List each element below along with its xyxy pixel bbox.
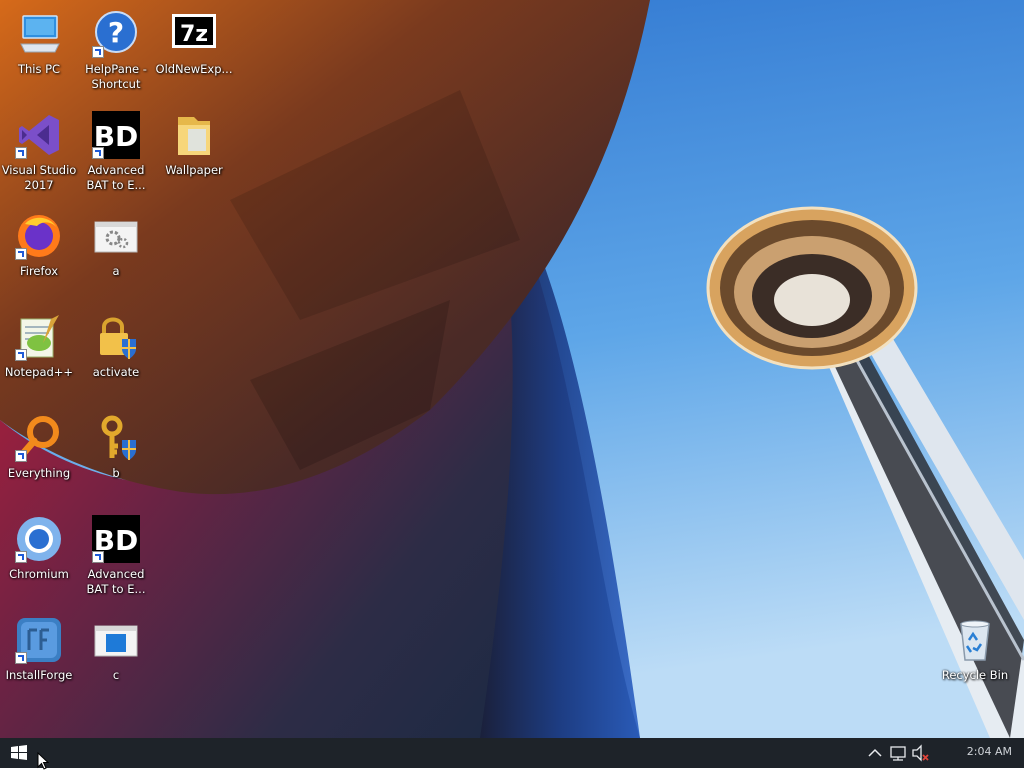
desktop-icon-label: Advanced BAT to E... — [86, 163, 146, 192]
folder-icon — [170, 111, 218, 159]
network-icon[interactable] — [886, 738, 910, 768]
desktop-icon-notepad-plus-plus[interactable]: Notepad++ — [0, 307, 78, 403]
desktop-icon-this-pc[interactable]: This PC — [0, 4, 78, 100]
taskbar-clock[interactable]: 2:04 AM — [967, 745, 1012, 758]
shortcut-arrow-icon — [15, 349, 27, 361]
shortcut-arrow-icon — [15, 147, 27, 159]
desktop-icon-visual-studio[interactable]: Visual Studio 2017 — [0, 105, 78, 201]
desktop-icon-c[interactable]: c — [77, 610, 155, 706]
notepad-plus-plus-icon — [15, 313, 63, 361]
seven-zip-icon: 7z — [170, 10, 218, 58]
desktop-icon-label: Recycle Bin — [941, 668, 1009, 682]
firefox-icon — [15, 212, 63, 260]
desktop-icon-label: Chromium — [9, 567, 69, 581]
desktop-icon-label: c — [112, 668, 120, 682]
desktop-icon-label: Everything — [7, 466, 71, 480]
chevron-up-icon[interactable] — [864, 738, 886, 768]
computer-icon — [15, 10, 63, 58]
svg-text:7z: 7z — [180, 22, 208, 47]
shortcut-arrow-icon — [92, 147, 104, 159]
desktop-icon-firefox[interactable]: Firefox — [0, 206, 78, 302]
svg-text:?: ? — [108, 16, 124, 49]
recycle-bin-icon — [951, 616, 999, 664]
shortcut-arrow-icon — [15, 248, 27, 260]
desktop-icon-everything[interactable]: Everything — [0, 408, 78, 504]
chromium-icon — [15, 515, 63, 563]
desktop-icon-label: Firefox — [19, 264, 59, 278]
help-question-icon: ? — [92, 10, 140, 58]
desktop: This PC ? HelpPane - Shortcut 7z OldNewE… — [0, 0, 1024, 738]
shortcut-arrow-icon — [92, 46, 104, 58]
system-tray: 2:04 AM — [864, 738, 1024, 768]
desktop-icon-advanced-bat-to-exe[interactable]: BD Advanced BAT to E... — [77, 105, 155, 201]
desktop-icon-label: activate — [92, 365, 140, 379]
key-shield-icon — [92, 414, 140, 462]
desktop-icon-chromium[interactable]: Chromium — [0, 509, 78, 605]
start-button[interactable] — [0, 738, 38, 768]
mouse-cursor-icon — [37, 752, 49, 770]
desktop-icon-advanced-bat-to-exe-2[interactable]: BD Advanced BAT to E... — [77, 509, 155, 605]
bat-to-exe-icon: BD — [92, 515, 140, 563]
lock-shield-icon — [92, 313, 140, 361]
shortcut-arrow-icon — [15, 450, 27, 462]
windows-start-icon — [11, 745, 27, 760]
taskbar: 2:04 AM — [0, 738, 1024, 768]
desktop-icon-helppane[interactable]: ? HelpPane - Shortcut — [77, 4, 155, 100]
window-file-icon — [92, 616, 140, 664]
shortcut-arrow-icon — [15, 652, 27, 664]
volume-muted-icon[interactable] — [910, 738, 932, 768]
desktop-icon-a[interactable]: a — [77, 206, 155, 302]
desktop-icon-label: HelpPane - Shortcut — [85, 62, 147, 91]
desktop-icon-b[interactable]: b — [77, 408, 155, 504]
desktop-icon-label: Visual Studio 2017 — [1, 163, 77, 192]
desktop-icon-label: InstallForge — [5, 668, 73, 682]
shortcut-arrow-icon — [92, 551, 104, 563]
desktop-icon-installforge[interactable]: InstallForge — [0, 610, 78, 706]
bat-to-exe-icon: BD — [92, 111, 140, 159]
desktop-icon-label: a — [112, 264, 120, 278]
desktop-icon-recycle-bin[interactable]: Recycle Bin — [936, 610, 1014, 706]
settings-file-icon — [92, 212, 140, 260]
desktop-icon-label: Notepad++ — [4, 365, 74, 379]
desktop-icon-label: Wallpaper — [165, 163, 223, 177]
desktop-icon-label: OldNewExp... — [155, 62, 233, 76]
desktop-icon-label: This PC — [17, 62, 61, 76]
visual-studio-icon — [15, 111, 63, 159]
desktop-icon-activate[interactable]: activate — [77, 307, 155, 403]
installforge-icon — [15, 616, 63, 664]
everything-search-icon — [15, 414, 63, 462]
shortcut-arrow-icon — [15, 551, 27, 563]
desktop-icon-oldnewexp[interactable]: 7z OldNewExp... — [155, 4, 233, 100]
desktop-icon-label: b — [112, 466, 120, 480]
desktop-icon-label: Advanced BAT to E... — [86, 567, 146, 596]
desktop-icon-wallpaper-folder[interactable]: Wallpaper — [155, 105, 233, 201]
